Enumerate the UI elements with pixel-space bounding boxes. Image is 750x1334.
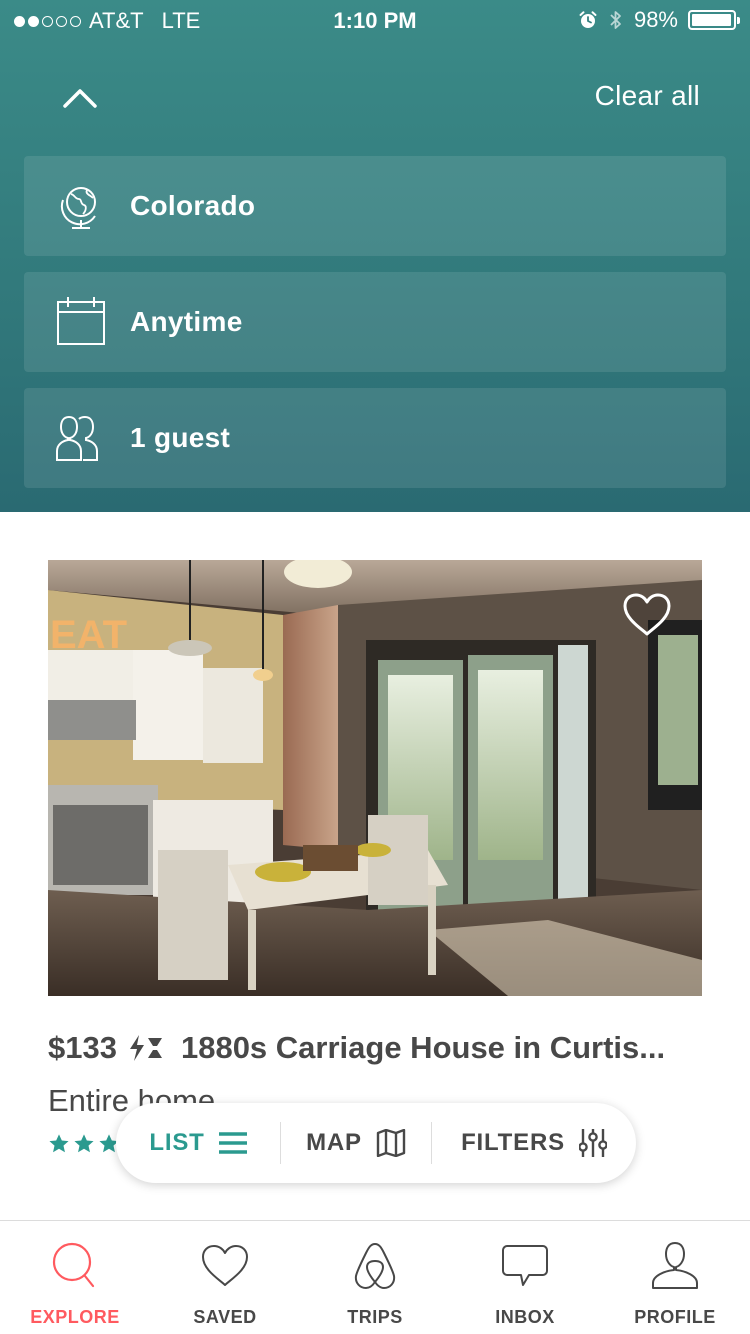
clear-all-button[interactable]: Clear all: [595, 80, 700, 112]
listing-rating: [48, 1133, 120, 1155]
bluetooth-icon: [610, 11, 621, 29]
guests-value: 1 guest: [130, 422, 231, 453]
tab-explore[interactable]: EXPLORE: [0, 1221, 150, 1334]
collapse-search-button[interactable]: [58, 80, 102, 116]
person-icon: [650, 1241, 700, 1291]
star-icon: [49, 1134, 69, 1153]
guests-icon: [54, 411, 108, 465]
star-icon: [74, 1134, 94, 1153]
battery-percent: 98%: [633, 7, 678, 32]
location-value: Colorado: [130, 190, 256, 221]
battery-icon: [688, 10, 740, 30]
filters-label: FILTERS: [461, 1129, 565, 1156]
airbnb-logo-icon: [350, 1241, 400, 1291]
heart-icon: [200, 1241, 250, 1291]
list-icon: [218, 1132, 247, 1154]
instant-book-icon: [127, 1034, 165, 1062]
tab-label: SAVED: [193, 1307, 257, 1327]
sliders-icon: [578, 1129, 607, 1157]
tab-profile[interactable]: PROFILE: [600, 1221, 750, 1334]
map-label: MAP: [306, 1129, 362, 1156]
listing-photo[interactable]: EAT: [48, 560, 702, 996]
location-field[interactable]: Colorado: [24, 156, 726, 256]
message-icon: [500, 1241, 550, 1291]
listing-price: $133: [48, 1030, 117, 1065]
tab-saved[interactable]: SAVED: [150, 1221, 300, 1334]
tab-inbox[interactable]: INBOX: [450, 1221, 600, 1334]
listing-photo-image: EAT: [48, 560, 702, 996]
map-view-button[interactable]: MAP: [281, 1103, 431, 1183]
tab-label: PROFILE: [634, 1307, 716, 1327]
tab-label: EXPLORE: [30, 1307, 120, 1327]
search-header: AT&T LTE 1:10 PM 98% Clear all Colorado …: [0, 0, 750, 512]
listing-name: 1880s Carriage House in Curtis...: [180, 1030, 666, 1065]
map-icon: [376, 1129, 406, 1157]
screen: AT&T LTE 1:10 PM 98% Clear all Colorado …: [0, 0, 750, 1334]
svg-text:EAT: EAT: [50, 613, 127, 657]
tab-label: TRIPS: [347, 1307, 403, 1327]
search-icon: [50, 1241, 100, 1291]
status-right: 98%: [578, 7, 740, 33]
heart-outline-icon: [623, 593, 671, 636]
calendar-icon: [54, 295, 108, 349]
battery-fill: [692, 14, 732, 26]
listing-title[interactable]: $133 1880s Carriage House in Curtis...: [48, 1030, 708, 1066]
list-view-button[interactable]: LIST: [116, 1103, 280, 1183]
save-listing-button[interactable]: [622, 592, 672, 638]
tab-trips[interactable]: TRIPS: [300, 1221, 450, 1334]
filters-button[interactable]: FILTERS: [432, 1103, 636, 1183]
dates-value: Anytime: [130, 306, 243, 337]
guests-field[interactable]: 1 guest: [24, 388, 726, 488]
list-label: LIST: [149, 1129, 205, 1156]
chevron-up-icon: [63, 89, 97, 108]
alarm-icon: [579, 11, 597, 28]
view-toggle-pill: LIST MAP FILTERS: [116, 1103, 636, 1183]
status-bar: AT&T LTE 1:10 PM 98%: [0, 0, 750, 40]
tab-bar: EXPLORE SAVED TRIPS INBOX PROFILE: [0, 1220, 750, 1334]
tab-label: INBOX: [495, 1307, 555, 1327]
dates-field[interactable]: Anytime: [24, 272, 726, 372]
globe-icon: [54, 179, 108, 233]
